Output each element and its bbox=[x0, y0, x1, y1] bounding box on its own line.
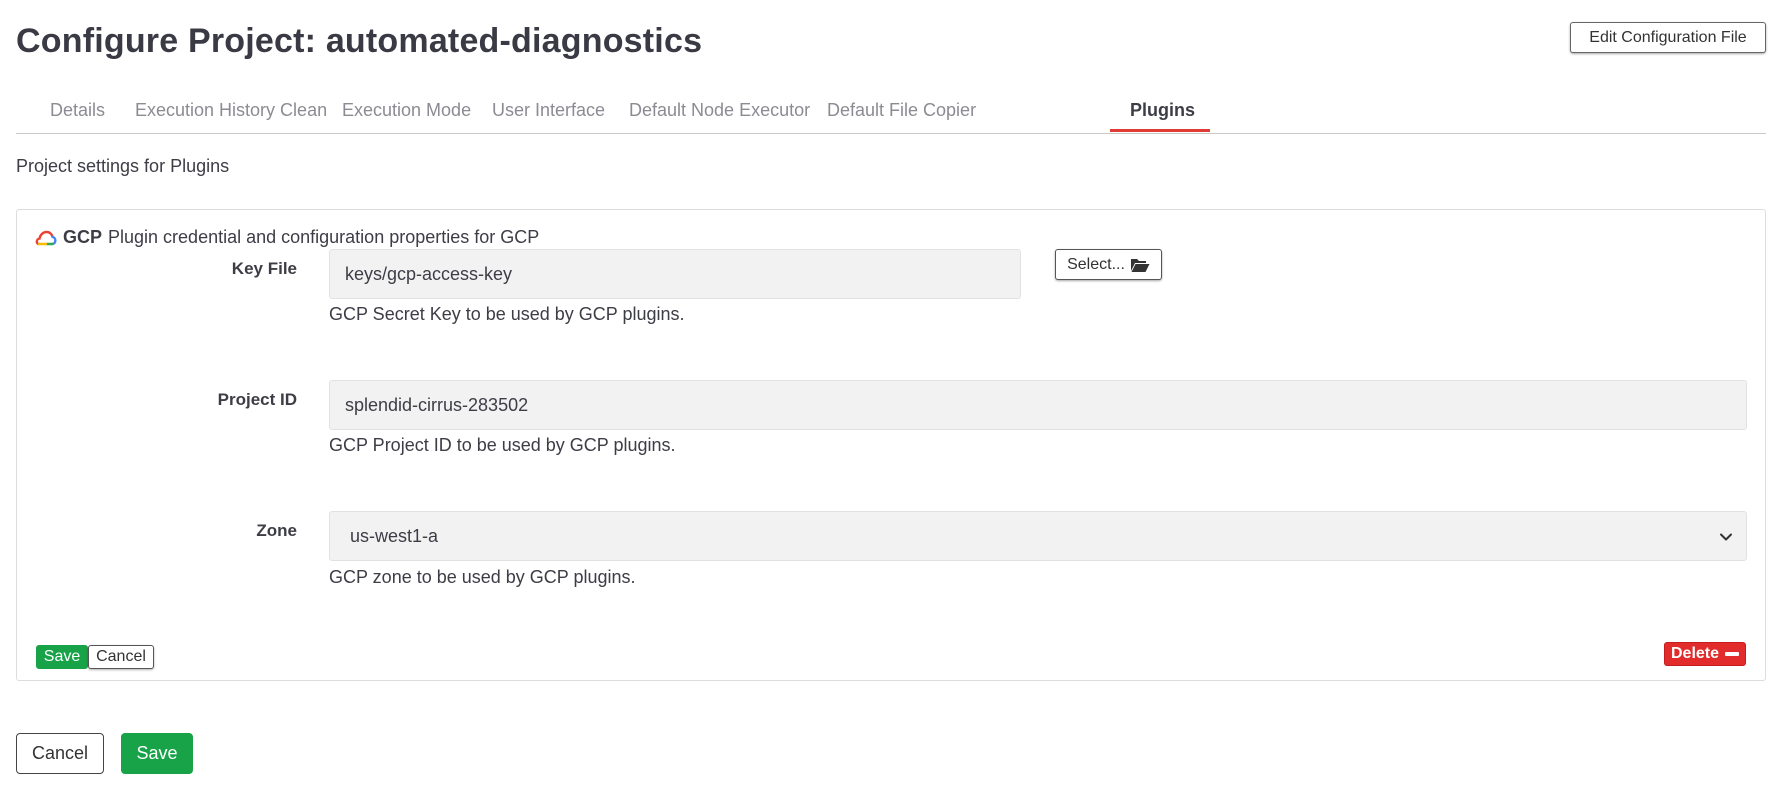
tab-execution-history-clean[interactable]: Execution History Clean bbox=[135, 100, 327, 121]
chevron-down-icon bbox=[1720, 533, 1732, 541]
zone-help: GCP zone to be used by GCP plugins. bbox=[329, 567, 636, 587]
save-button[interactable]: Save bbox=[121, 733, 193, 774]
gcp-cloud-icon bbox=[35, 230, 57, 245]
minus-icon bbox=[1725, 652, 1739, 656]
key-file-input[interactable] bbox=[329, 249, 1021, 299]
zone-select[interactable]: us-west1-a bbox=[329, 511, 1747, 561]
key-file-help: GCP Secret Key to be used by GCP plugins… bbox=[329, 304, 685, 324]
section-description: Project settings for Plugins bbox=[16, 156, 230, 176]
gcp-plugin-card: GCP Plugin credential and configuration … bbox=[16, 209, 1766, 681]
plugin-description: Plugin credential and configuration prop… bbox=[108, 227, 540, 247]
project-id-input[interactable] bbox=[329, 380, 1747, 430]
page-title: Configure Project: automated-diagnostics bbox=[16, 22, 703, 60]
tab-execution-mode[interactable]: Execution Mode bbox=[342, 100, 471, 121]
settings-tabs: Details Execution History Clean Executio… bbox=[16, 88, 1766, 134]
key-file-label: Key File bbox=[231, 259, 297, 278]
select-button-label: Select... bbox=[1067, 255, 1125, 273]
tab-details[interactable]: Details bbox=[50, 100, 105, 121]
tab-default-file-copier[interactable]: Default File Copier bbox=[827, 100, 976, 121]
plugin-name: GCP bbox=[63, 227, 103, 247]
tab-user-interface[interactable]: User Interface bbox=[492, 100, 605, 121]
plugin-cancel-button[interactable]: Cancel bbox=[88, 645, 154, 669]
project-id-help: GCP Project ID to be used by GCP plugins… bbox=[329, 435, 676, 455]
zone-selected-value: us-west1-a bbox=[350, 525, 439, 546]
cancel-button[interactable]: Cancel bbox=[16, 733, 104, 774]
plugin-header: GCP Plugin credential and configuration … bbox=[35, 227, 539, 248]
key-file-select-button[interactable]: Select... bbox=[1055, 249, 1162, 280]
edit-configuration-file-button[interactable]: Edit Configuration File bbox=[1570, 22, 1766, 53]
delete-button-label: Delete bbox=[1671, 645, 1720, 662]
tab-default-node-executor[interactable]: Default Node Executor bbox=[629, 100, 810, 121]
zone-label: Zone bbox=[256, 521, 297, 540]
configure-project-page: Configure Project: automated-diagnostics… bbox=[0, 0, 1780, 788]
plugin-save-button[interactable]: Save bbox=[36, 645, 88, 669]
project-id-label: Project ID bbox=[217, 390, 297, 409]
tab-plugins[interactable]: Plugins bbox=[1130, 100, 1195, 121]
active-tab-indicator bbox=[1110, 129, 1210, 132]
folder-open-icon bbox=[1130, 258, 1150, 272]
plugin-delete-button[interactable]: Delete bbox=[1664, 642, 1746, 666]
